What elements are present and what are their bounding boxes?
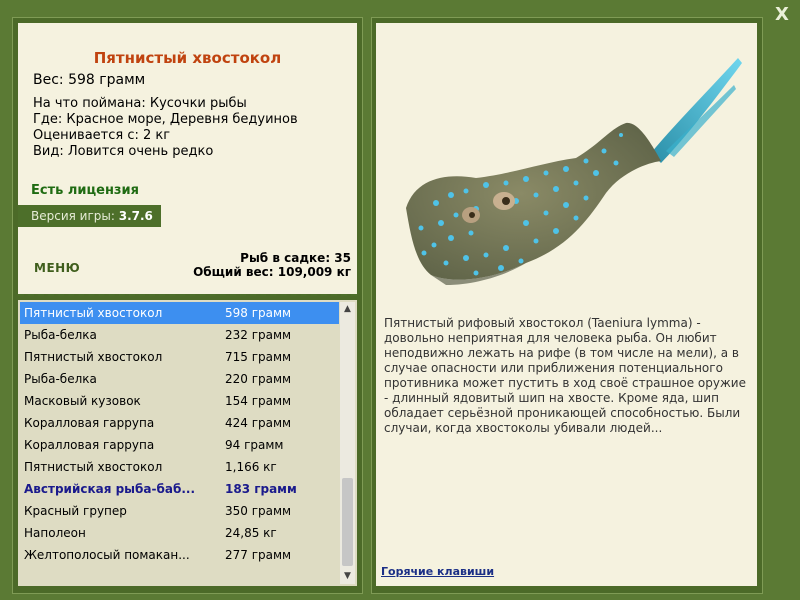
list-item[interactable]: Австрийская рыба-баб... 183 грамм (20, 478, 339, 500)
close-button[interactable]: X (770, 4, 794, 26)
fish-weight: Вес: 598 грамм (33, 72, 146, 88)
list-item-weight: 94 грамм (225, 438, 284, 452)
list-item-name: Масковый кузовок (24, 394, 141, 408)
version-number: 3.7.6 (118, 209, 153, 223)
list-scrollbar[interactable]: ▲ ▼ (340, 302, 355, 584)
list-item-name: Пятнистый хвостокол (24, 306, 163, 320)
fish-description: Пятнистый рифовый хвостокол (Taeniura ly… (384, 316, 746, 435)
list-item[interactable]: Пятнистый хвостокол 715 грамм (20, 346, 339, 368)
list-item-name: Коралловая гаррупа (24, 438, 155, 452)
list-item-weight: 350 грамм (225, 504, 292, 518)
hotkeys-link[interactable]: Горячие клавиши (381, 565, 494, 578)
list-item[interactable]: Коралловая гаррупа 424 грамм (20, 412, 339, 434)
list-item[interactable]: Масковый кузовок 154 грамм (20, 390, 339, 412)
list-item-name: Пятнистый хвостокол (24, 350, 163, 364)
list-item-weight: 220 грамм (225, 372, 292, 386)
list-item[interactable]: Рыба-белка 220 грамм (20, 368, 339, 390)
scroll-up-arrow-icon[interactable]: ▲ (340, 302, 355, 317)
list-item-name: Рыба-белка (24, 328, 97, 342)
fish-title: Пятнистый хвостокол (93, 49, 282, 67)
section-divider (18, 294, 357, 296)
list-item-weight: 183 грамм (225, 482, 297, 496)
value-info: Оценивается с: 2 кг (33, 128, 171, 143)
list-item-weight: 715 грамм (225, 350, 292, 364)
list-item-name: Австрийская рыба-баб... (24, 482, 196, 496)
total-weight: Общий вес: 109,009 кг (193, 265, 351, 279)
fish-info-panel: Пятнистый хвостокол Вес: 598 грамм На чт… (18, 23, 357, 294)
list-item[interactable]: Рыба-белка 232 грамм (20, 324, 339, 346)
fish-count: Рыб в садке: 35 (240, 251, 351, 265)
list-item[interactable]: Пятнистый хвостокол 598 грамм (20, 302, 339, 324)
place-info: Где: Красное море, Деревня бедуинов (33, 112, 298, 127)
list-item-weight: 232 грамм (225, 328, 292, 342)
list-item-weight: 424 грамм (225, 416, 292, 430)
scroll-down-arrow-icon[interactable]: ▼ (340, 569, 355, 584)
catch-list[interactable]: Пятнистый хвостокол 598 грамм Рыба-белка 23… (18, 300, 357, 586)
scroll-thumb[interactable] (342, 478, 353, 566)
version-badge: Версия игры: 3.7.6 (18, 205, 161, 227)
list-item[interactable]: Пятнистый хвостокол 1,166 кг (20, 456, 339, 478)
list-item[interactable]: Коралловая гаррупа 94 грамм (20, 434, 339, 456)
list-item-weight: 277 грамм (225, 548, 292, 562)
bait-info: На что поймана: Кусочки рыбы (33, 96, 247, 111)
list-item[interactable]: Желтополосый помакан... 277 грамм (20, 544, 339, 566)
list-item-name: Коралловая гаррупа (24, 416, 155, 430)
version-label: Версия игры: (31, 209, 115, 223)
fish-detail-panel: Пятнистый рифовый хвостокол (Taeniura ly… (376, 23, 757, 586)
menu-button[interactable]: МЕНЮ (34, 261, 80, 275)
license-status: Есть лицензия (31, 183, 139, 198)
list-item-weight: 1,166 кг (225, 460, 277, 474)
list-item[interactable]: Красный групер 350 грамм (20, 500, 339, 522)
list-item-name: Красный групер (24, 504, 127, 518)
list-item-weight: 154 грамм (225, 394, 292, 408)
list-item-weight: 598 грамм (225, 306, 292, 320)
list-item-name: Наполеон (24, 526, 86, 540)
stingray-image (406, 58, 742, 285)
rarity-info: Вид: Ловится очень редко (33, 144, 214, 159)
list-item-name: Желтополосый помакан... (24, 548, 190, 562)
list-item-weight: 24,85 кг (225, 526, 277, 540)
list-item-name: Пятнистый хвостокол (24, 460, 163, 474)
list-item-name: Рыба-белка (24, 372, 97, 386)
list-item[interactable]: Наполеон 24,85 кг (20, 522, 339, 544)
